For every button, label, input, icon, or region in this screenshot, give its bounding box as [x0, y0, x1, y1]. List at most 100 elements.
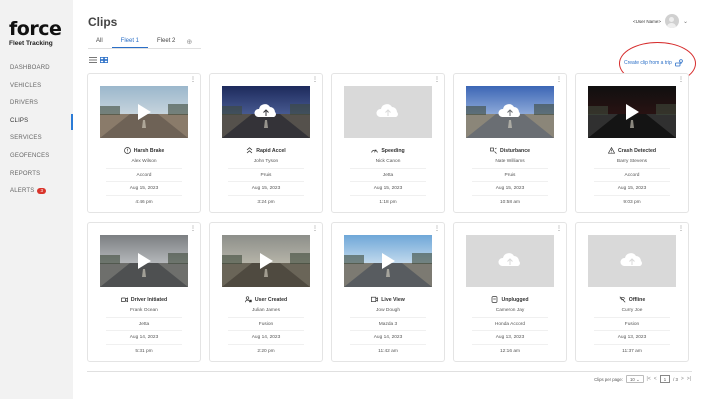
- brand-logo[interactable]: force Fleet Tracking: [9, 20, 62, 48]
- video-thumbnail[interactable]: [222, 235, 310, 287]
- more-options-icon[interactable]: ⋮: [556, 226, 562, 232]
- more-options-icon[interactable]: ⋮: [190, 77, 196, 83]
- clip-time: 4:46 pm: [135, 199, 153, 205]
- clip-driver: Cameron Jay: [472, 304, 548, 318]
- cloud-thumbnail[interactable]: [466, 86, 554, 138]
- per-page-value: 10: [629, 377, 635, 382]
- more-options-icon[interactable]: ⋮: [190, 226, 196, 232]
- clip-date: Aug 14, 2023: [350, 331, 426, 345]
- video-thumbnail[interactable]: [100, 235, 188, 287]
- total-pages: / 3: [673, 376, 678, 382]
- cloud-thumbnail[interactable]: [588, 235, 676, 287]
- cloud-thumbnail[interactable]: [344, 86, 432, 138]
- avatar: [664, 14, 679, 28]
- sidebar-item-label: GEOFENCES: [10, 152, 50, 159]
- clip-card[interactable]: ⋮ Rapid Accel John Tyson Pruis Aug 15, 2023 3…: [209, 73, 323, 213]
- sidebar-item-dashboard[interactable]: DASHBOARD: [0, 60, 73, 78]
- more-options-icon[interactable]: ⋮: [434, 226, 440, 232]
- clip-time: 9:03 pm: [623, 199, 641, 205]
- grid-view-icon[interactable]: [100, 57, 108, 63]
- clip-card[interactable]: ⋮ User Created Julian James Fusion Aug 14, 2…: [209, 222, 323, 362]
- fleet-tabs: All Fleet 1 Fleet 2 ⊕: [88, 36, 192, 48]
- disturbance-icon: [490, 147, 497, 154]
- clip-card[interactable]: ⋮ Harsh Brake Alex Wilson Accord Aug 15, 202…: [87, 73, 201, 213]
- clip-vehicle: Jetta: [106, 318, 182, 331]
- clip-vehicle: Mazda 3: [350, 318, 426, 331]
- per-page-label: Clips per page:: [594, 376, 623, 382]
- clip-date: Aug 15, 2023: [106, 182, 182, 196]
- event-label: Unplugged: [501, 296, 529, 303]
- clip-details: Barry Stevens Accord Aug 15, 2023 9:03 pm: [576, 155, 688, 209]
- clip-vehicle: Accord: [106, 169, 182, 182]
- clip-vehicle: Fusion: [594, 318, 670, 331]
- event-label: Live View: [381, 296, 405, 303]
- clip-card[interactable]: ⋮ Crash Detected Barry Stevens Accord Aug 15…: [575, 73, 689, 213]
- sidebar-item-clips[interactable]: CLIPS: [0, 113, 73, 131]
- clip-time: 11:37 am: [622, 348, 642, 354]
- sidebar-item-label: DASHBOARD: [10, 65, 50, 71]
- sidebar-item-geofences[interactable]: GEOFENCES: [0, 148, 73, 166]
- clip-driver: Jow Dough: [350, 304, 426, 318]
- prev-page-icon[interactable]: <: [654, 376, 657, 382]
- sidebar: force Fleet Tracking DASHBOARD VEHICLES DR…: [0, 0, 73, 399]
- more-options-icon[interactable]: ⋮: [312, 226, 318, 232]
- more-options-icon[interactable]: ⋮: [678, 77, 684, 83]
- event-type: User Created: [210, 296, 322, 303]
- sidebar-item-vehicles[interactable]: VEHICLES: [0, 78, 73, 96]
- more-options-icon[interactable]: ⋮: [312, 77, 318, 83]
- more-options-icon[interactable]: ⋮: [556, 77, 562, 83]
- last-page-icon[interactable]: >|: [687, 376, 691, 382]
- cloud-thumbnail[interactable]: [466, 235, 554, 287]
- clip-card[interactable]: ⋮ Disturbance Nate Williams Pruis Aug 15, 20…: [453, 73, 567, 213]
- sidebar-item-label: REPORTS: [10, 170, 41, 177]
- more-options-icon[interactable]: ⋮: [678, 226, 684, 232]
- cloud-thumbnail[interactable]: [222, 86, 310, 138]
- sidebar-item-services[interactable]: SERVICES: [0, 130, 73, 148]
- clip-date: Aug 14, 2023: [106, 331, 182, 345]
- event-label: Offline: [628, 296, 646, 303]
- video-thumbnail[interactable]: [588, 86, 676, 138]
- alert-circle-icon: [123, 147, 131, 154]
- clip-details: Jow Dough Mazda 3 Aug 14, 2023 11:42 am: [332, 304, 444, 358]
- clip-time: 10:58 am: [499, 199, 520, 205]
- clip-card[interactable]: ⋮ Unplugged Cameron Jay Honda Accord Aug 13,…: [453, 222, 567, 362]
- event-type: Harsh Brake: [88, 147, 200, 154]
- first-page-icon[interactable]: |<: [647, 376, 651, 382]
- clip-date: Aug 15, 2023: [594, 182, 670, 196]
- unplugged-icon: [491, 296, 498, 303]
- sidebar-item-label: VEHICLES: [10, 82, 42, 89]
- sidebar-item-drivers[interactable]: DRIVERS: [0, 95, 73, 113]
- event-type: Rapid Accel: [210, 147, 322, 154]
- offline-icon: [619, 296, 626, 303]
- current-page-input[interactable]: 1: [659, 375, 671, 383]
- sidebar-item-reports[interactable]: REPORTS: [0, 166, 73, 184]
- tab-fleet-2[interactable]: Fleet 2: [148, 36, 184, 48]
- next-page-icon[interactable]: >: [681, 376, 684, 382]
- clip-details: Curry Joe Fusion Aug 13, 2023 11:37 am: [576, 304, 688, 358]
- clip-card[interactable]: ⋮ Offline Curry Joe Fusion Aug 13, 2023 11:37…: [575, 222, 689, 362]
- event-label: Driver Initiated: [130, 296, 168, 303]
- footer-divider: [87, 371, 692, 372]
- video-thumbnail[interactable]: [100, 86, 188, 138]
- warning-triangle-icon: [607, 147, 615, 154]
- clip-details: Cameron Jay Honda Accord Aug 13, 2023 12:16…: [454, 304, 566, 358]
- clip-card[interactable]: ⋮ Driver Initiated Frank Ocean Jetta Aug 14,…: [87, 222, 201, 362]
- event-label: User Created: [254, 296, 288, 303]
- add-tab-icon[interactable]: ⊕: [186, 38, 192, 46]
- page-title: Clips: [88, 15, 118, 29]
- tab-all[interactable]: All: [88, 36, 112, 48]
- event-type: Crash Detected: [576, 147, 688, 154]
- per-page-select[interactable]: 10 ⌄: [625, 375, 644, 383]
- clip-card[interactable]: ⋮ Speeding Nick Canon Jetta Aug 15, 2023 1:18…: [331, 73, 445, 213]
- more-options-icon[interactable]: ⋮: [434, 77, 440, 83]
- sidebar-item-alerts[interactable]: ALERTS 3: [0, 183, 73, 201]
- main-content: Clips <User Name> ⌄ All Fleet 1 Fleet 2 ⊕ C…: [73, 0, 706, 399]
- list-view-icon[interactable]: [89, 57, 97, 63]
- user-menu[interactable]: <User Name> ⌄: [633, 14, 688, 28]
- tab-fleet-1[interactable]: Fleet 1: [111, 36, 149, 48]
- clip-card[interactable]: ⋮ Live View Jow Dough Mazda 3 Aug 14, 2023 11…: [331, 222, 445, 362]
- video-thumbnail[interactable]: [344, 235, 432, 287]
- clip-details: Nate Williams Pruis Aug 15, 2023 10:58 am: [454, 155, 566, 209]
- clip-details: Julian James Fusion Aug 14, 2023 2:20 pm: [210, 304, 322, 358]
- clip-vehicle: Honda Accord: [472, 318, 548, 331]
